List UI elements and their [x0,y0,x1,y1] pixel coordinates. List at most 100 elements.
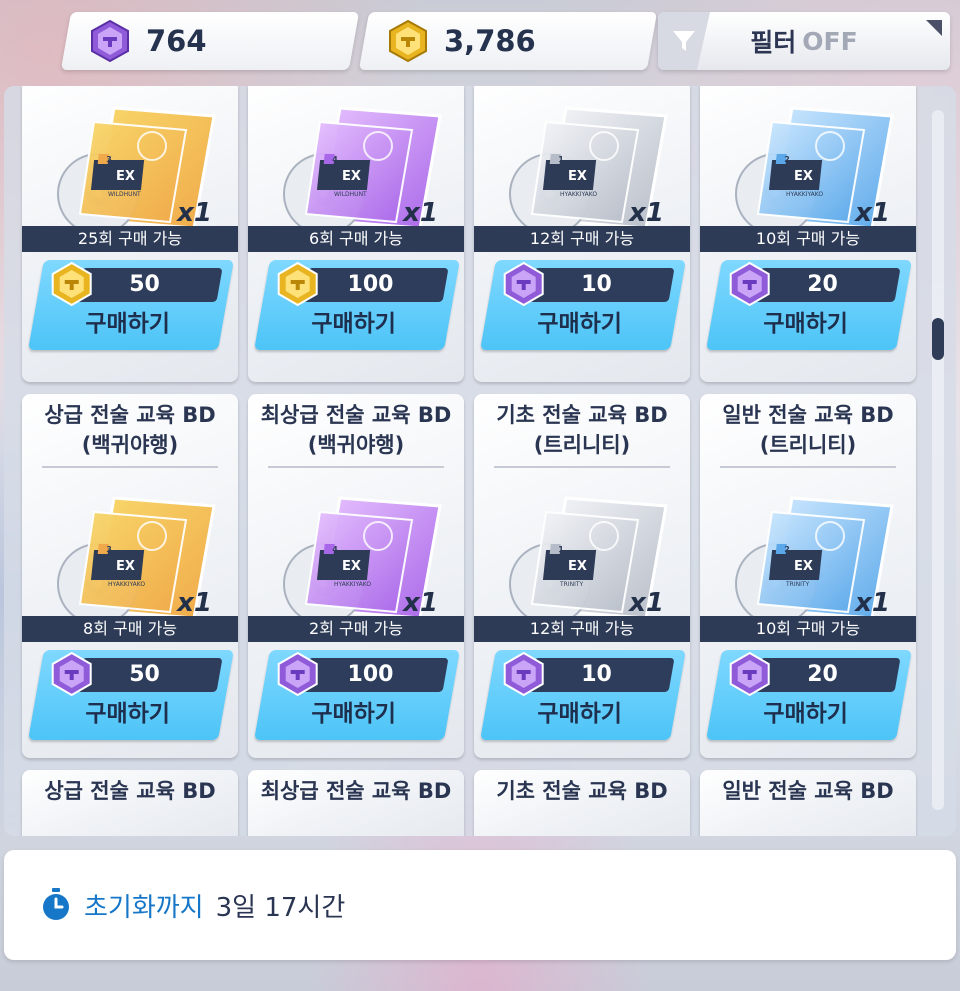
purchase-limit: 12회 구매 가능 [474,226,690,252]
buy-label: 구매하기 [85,311,170,337]
pyroxene-gem-icon [91,19,129,63]
svg-text:1: 1 [558,155,564,164]
buy-button[interactable]: 100 구매하기 [254,260,460,350]
price-value: 100 [347,662,394,687]
svg-text:3: 3 [106,155,112,164]
svg-text:EX: EX [342,169,361,184]
pyroxene-gem-icon [729,261,770,307]
item-quantity: x1 [177,198,212,228]
svg-text:TRINITY: TRINITY [785,581,810,588]
shop-item-card[interactable]: 상급 전술 교육 BD [22,770,238,836]
buy-button[interactable]: 50 구매하기 [28,650,234,740]
purchase-limit: 8회 구매 가능 [22,616,238,642]
item-title: 상급 전술 교육 BD (백귀야행) [44,403,216,457]
shop-item-card[interactable]: 4 EX WILDHUNT x1 6회 구매 가능 100 구매하기 [248,86,464,382]
price-value: 20 [807,272,838,297]
item-quantity: x1 [629,588,664,618]
item-title: 일반 전술 교육 BD [722,779,894,803]
svg-text:TRINITY: TRINITY [559,581,584,588]
svg-text:HYAKKIYAKO: HYAKKIYAKO [786,191,823,198]
buy-label: 구매하기 [537,311,622,337]
gold-currency-icon [277,261,318,307]
svg-text:EX: EX [568,169,587,184]
svg-text:WILDHUNT: WILDHUNT [334,191,367,198]
buy-button[interactable]: 20 구매하기 [706,260,912,350]
item-quantity: x1 [855,198,890,228]
pyroxene-gem-icon [277,651,318,697]
svg-text:4: 4 [332,155,338,164]
price-value: 50 [129,272,160,297]
item-quantity: x1 [177,588,212,618]
price-value: 50 [129,662,160,687]
pyroxene-gem-icon [503,651,544,697]
buy-button[interactable]: 10 구매하기 [480,650,686,740]
buy-button[interactable]: 20 구매하기 [706,650,912,740]
credit-counter[interactable]: 3,786 [358,12,658,70]
svg-text:HYAKKIYAKO: HYAKKIYAKO [560,191,597,198]
purchase-limit: 6회 구매 가능 [248,226,464,252]
shop-item-card[interactable]: 일반 전술 교육 BD [700,770,916,836]
item-quantity: x1 [403,198,438,228]
reset-timer-bar: 초기화까지 3일 17시간 [4,850,956,960]
buy-button[interactable]: 50 구매하기 [28,260,234,350]
pyroxene-gem-icon [503,261,544,307]
buy-label: 구매하기 [763,311,848,337]
svg-text:HYAKKIYAKO: HYAKKIYAKO [108,581,145,588]
purchase-limit: 2회 구매 가능 [248,616,464,642]
shop-item-card[interactable]: 상급 전술 교육 BD (백귀야행) 3 EX HYAKKIYAKO x1 8회 … [22,394,238,758]
shop-item-card[interactable]: 최상급 전술 교육 BD [248,770,464,836]
svg-text:3: 3 [106,545,112,554]
purchase-limit: 10회 구매 가능 [700,226,916,252]
svg-text:2: 2 [784,545,790,554]
price-value: 20 [807,662,838,687]
purchase-limit: 10회 구매 가능 [700,616,916,642]
svg-text:EX: EX [568,559,587,574]
item-quantity: x1 [403,588,438,618]
svg-text:HYAKKIYAKO: HYAKKIYAKO [334,581,371,588]
item-title: 기초 전술 교육 BD (트리니티) [496,403,668,457]
gold-currency-icon [389,19,427,63]
shop-item-card[interactable]: 일반 전술 교육 BD (트리니티) 2 EX TRINITY x1 10회 구매… [700,394,916,758]
svg-text:EX: EX [342,559,361,574]
buy-button[interactable]: 10 구매하기 [480,260,686,350]
shop-item-card[interactable]: 기초 전술 교육 BD (트리니티) 1 EX TRINITY x1 12회 구매… [474,394,690,758]
pyroxene-gem-icon [51,651,92,697]
price-value: 10 [581,662,612,687]
shop-panel: 3 EX WILDHUNT x1 25회 구매 가능 50 구매하기 4 EX … [4,86,956,836]
shop-item-card[interactable]: 3 EX WILDHUNT x1 25회 구매 가능 50 구매하기 [22,86,238,382]
shop-item-card[interactable]: 2 EX HYAKKIYAKO x1 10회 구매 가능 20 구매하기 [700,86,916,382]
item-title: 기초 전술 교육 BD [496,779,668,803]
filter-button[interactable]: 필터 OFF [658,12,950,70]
scrollbar[interactable] [932,110,944,810]
item-quantity: x1 [855,588,890,618]
buy-label: 구매하기 [537,701,622,727]
item-title: 상급 전술 교육 BD [44,779,216,803]
item-title: 최상급 전술 교육 BD (백귀야행) [260,403,452,457]
shop-item-card[interactable]: 최상급 전술 교육 BD (백귀야행) 4 EX HYAKKIYAKO x1 2회… [248,394,464,758]
title-divider [494,466,670,468]
pyroxene-counter[interactable]: 764 [60,12,360,70]
svg-text:EX: EX [116,559,135,574]
pyroxene-gem-icon [729,651,770,697]
shop-item-card[interactable]: 1 EX HYAKKIYAKO x1 12회 구매 가능 10 구매하기 [474,86,690,382]
reset-time: 3일 17시간 [215,892,346,923]
svg-text:1: 1 [558,545,564,554]
price-value: 100 [347,272,394,297]
buy-button[interactable]: 100 구매하기 [254,650,460,740]
pyroxene-value: 764 [146,24,207,58]
gold-currency-icon [51,261,92,307]
svg-text:EX: EX [794,559,813,574]
purchase-limit: 25회 구매 가능 [22,226,238,252]
buy-label: 구매하기 [763,701,848,727]
top-bar: 764 3,786 필터 OFF [0,10,960,72]
item-quantity: x1 [629,198,664,228]
buy-label: 구매하기 [85,701,170,727]
item-title: 일반 전술 교육 BD (트리니티) [722,403,894,457]
reset-label: 초기화까지 [84,892,204,923]
scrollbar-thumb[interactable] [932,318,944,360]
svg-text:2: 2 [784,155,790,164]
shop-item-card[interactable]: 기초 전술 교육 BD [474,770,690,836]
filter-state: OFF [802,26,858,56]
title-divider [42,466,218,468]
purchase-limit: 12회 구매 가능 [474,616,690,642]
